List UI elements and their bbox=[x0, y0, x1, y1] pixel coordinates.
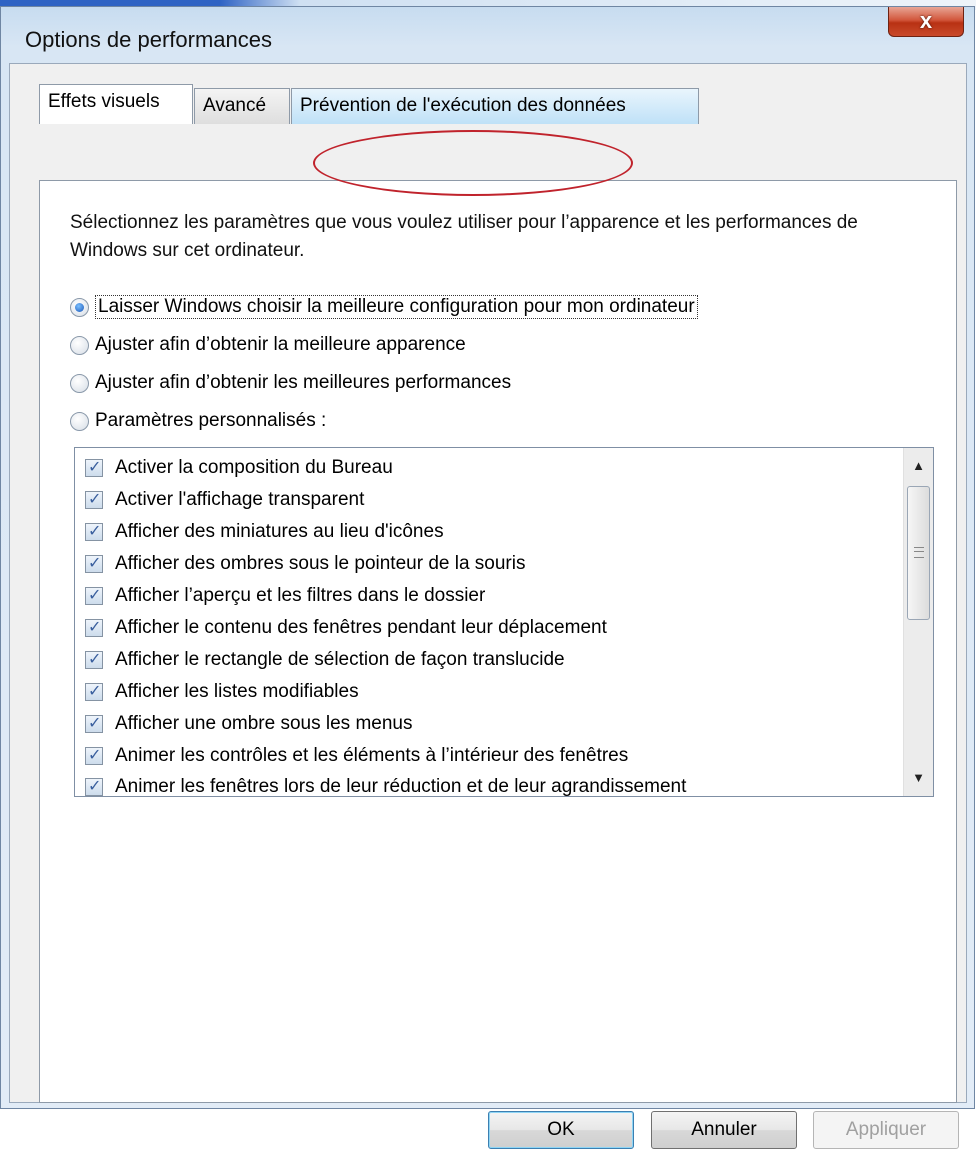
radio-selected-icon bbox=[70, 297, 89, 317]
list-item[interactable]: Afficher des ombres sous le pointeur de … bbox=[85, 549, 525, 579]
red-highlight-ellipse bbox=[313, 130, 633, 196]
tab-effets-visuels[interactable]: Effets visuels bbox=[39, 84, 193, 124]
tab-prevention-execution-donnees[interactable]: Prévention de l'exécution des données bbox=[291, 88, 699, 124]
checkbox-checked-icon[interactable] bbox=[85, 553, 103, 573]
tab-label: Avancé bbox=[203, 95, 267, 116]
radio-icon bbox=[70, 335, 89, 355]
intro-text: Sélectionnez les paramètres que vous vou… bbox=[70, 212, 858, 261]
checkbox-checked-icon[interactable] bbox=[85, 776, 103, 796]
radio-label: Paramètres personnalisés : bbox=[95, 410, 327, 431]
visual-effects-panel: Sélectionnez les paramètres que vous vou… bbox=[39, 180, 957, 1103]
list-item-label: Afficher les listes modifiables bbox=[115, 681, 359, 702]
tab-label: Prévention de l'exécution des données bbox=[300, 95, 626, 116]
list-item[interactable]: Activer la composition du Bureau bbox=[85, 453, 393, 483]
apply-button[interactable]: Appliquer bbox=[813, 1111, 959, 1149]
scroll-down-arrow-icon[interactable]: ▼ bbox=[904, 766, 933, 790]
list-item-label: Activer l'affichage transparent bbox=[115, 489, 365, 510]
window-title: Options de performances bbox=[25, 27, 273, 52]
list-item-label: Afficher le rectangle de sélection de fa… bbox=[115, 649, 565, 670]
radio-label: Ajuster afin d’obtenir les meilleures pe… bbox=[95, 372, 512, 393]
list-item[interactable]: Afficher le contenu des fenêtres pendant… bbox=[85, 613, 607, 643]
checkbox-checked-icon[interactable] bbox=[85, 457, 103, 477]
checkbox-checked-icon[interactable] bbox=[85, 521, 103, 541]
cancel-button[interactable]: Annuler bbox=[651, 1111, 797, 1149]
list-item[interactable]: Afficher une ombre sous les menus bbox=[85, 709, 412, 739]
radio-label: Ajuster afin d’obtenir la meilleure appa… bbox=[95, 334, 466, 355]
dialog-client-area: Effets visuels Avancé Prévention de l'ex… bbox=[9, 63, 967, 1149]
list-item[interactable]: Afficher le rectangle de sélection de fa… bbox=[85, 645, 565, 675]
radio-icon bbox=[70, 411, 89, 431]
list-item-label: Animer les fenêtres lors de leur réducti… bbox=[115, 776, 687, 797]
visual-effects-list[interactable]: Activer la composition du Bureau Activer… bbox=[74, 447, 934, 797]
radio-label: Laisser Windows choisir la meilleure con… bbox=[95, 295, 698, 319]
checkbox-checked-icon[interactable] bbox=[85, 649, 103, 669]
radio-best-appearance[interactable]: Ajuster afin d’obtenir la meilleure appa… bbox=[70, 331, 466, 359]
scroll-up-arrow-icon[interactable]: ▲ bbox=[904, 454, 933, 478]
list-item[interactable]: Afficher des miniatures au lieu d'icônes bbox=[85, 517, 444, 547]
checkbox-checked-icon[interactable] bbox=[85, 617, 103, 637]
list-item-label: Afficher des miniatures au lieu d'icônes bbox=[115, 521, 444, 542]
radio-icon bbox=[70, 373, 89, 393]
tab-label: Effets visuels bbox=[48, 91, 160, 112]
checkbox-checked-icon[interactable] bbox=[85, 681, 103, 701]
ok-button[interactable]: OK bbox=[488, 1111, 634, 1149]
list-item-label: Afficher le contenu des fenêtres pendant… bbox=[115, 617, 607, 638]
list-item-label: Activer la composition du Bureau bbox=[115, 457, 393, 478]
performance-options-dialog: Options de performances x Effets visuels… bbox=[0, 6, 975, 1149]
list-item-label: Afficher des ombres sous le pointeur de … bbox=[115, 553, 526, 574]
vertical-scrollbar[interactable]: ▲ ▼ bbox=[903, 448, 933, 796]
checkbox-checked-icon[interactable] bbox=[85, 745, 103, 765]
radio-best-performance[interactable]: Ajuster afin d’obtenir les meilleures pe… bbox=[70, 369, 511, 397]
list-item[interactable]: Afficher l’aperçu et les filtres dans le… bbox=[85, 581, 485, 611]
radio-custom-settings[interactable]: Paramètres personnalisés : bbox=[70, 407, 326, 435]
close-icon: x bbox=[919, 8, 933, 33]
grip-icon bbox=[914, 547, 924, 558]
list-item[interactable]: Animer les contrôles et les éléments à l… bbox=[85, 741, 628, 771]
list-item[interactable]: Activer l'affichage transparent bbox=[85, 485, 364, 515]
scrollbar-thumb[interactable] bbox=[907, 486, 930, 620]
list-item-label: Afficher l’aperçu et les filtres dans le… bbox=[115, 585, 486, 606]
list-item[interactable]: Animer les fenêtres lors de leur réducti… bbox=[85, 772, 687, 797]
close-button[interactable]: x bbox=[888, 7, 964, 37]
list-item-label: Afficher une ombre sous les menus bbox=[115, 713, 413, 734]
list-item-label: Animer les contrôles et les éléments à l… bbox=[115, 745, 629, 766]
tab-avance[interactable]: Avancé bbox=[194, 88, 290, 124]
radio-let-windows-choose[interactable]: Laisser Windows choisir la meilleure con… bbox=[70, 293, 698, 321]
checkbox-checked-icon[interactable] bbox=[85, 489, 103, 509]
list-item[interactable]: Afficher les listes modifiables bbox=[85, 677, 359, 707]
checkbox-checked-icon[interactable] bbox=[85, 585, 103, 605]
checkbox-checked-icon[interactable] bbox=[85, 713, 103, 733]
